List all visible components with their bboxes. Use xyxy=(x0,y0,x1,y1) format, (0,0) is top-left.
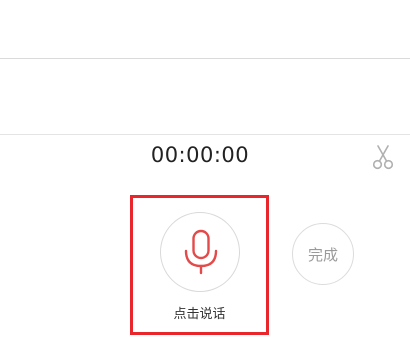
scissors-icon[interactable] xyxy=(370,144,396,170)
text-area[interactable] xyxy=(0,59,410,134)
microphone-icon xyxy=(184,229,218,275)
record-button[interactable] xyxy=(160,212,240,292)
recording-timer: 00:00:00 xyxy=(150,143,250,167)
top-panel xyxy=(0,0,410,58)
done-button[interactable]: 完成 xyxy=(292,223,354,285)
record-button-label: 点击说话 xyxy=(173,307,226,322)
